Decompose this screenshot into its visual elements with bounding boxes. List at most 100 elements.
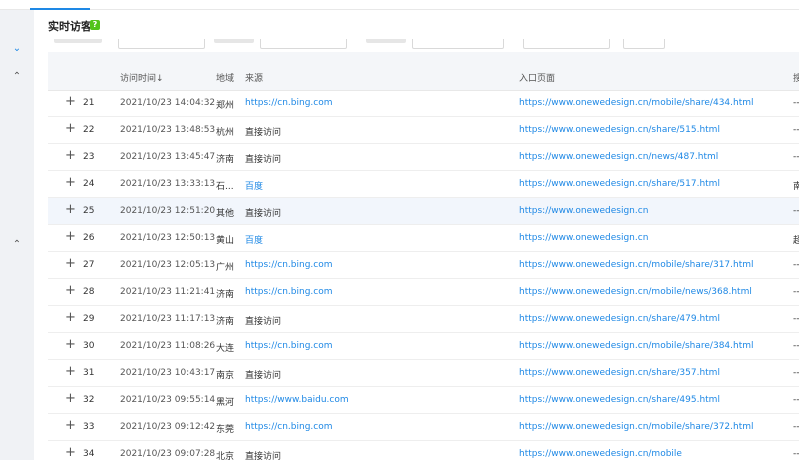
column-header-time-label: 访问时间 xyxy=(120,74,157,84)
expand-plus-icon[interactable]: + xyxy=(65,337,76,352)
region: 其他 xyxy=(216,209,235,219)
filter-select[interactable] xyxy=(118,39,205,49)
table-row[interactable]: +29 2021/10/23 11:17:13 济南 直接访问 https://www.… xyxy=(48,306,799,333)
table-row[interactable]: +21 2021/10/23 14:04:32 郑州 https://cn.bing.… xyxy=(48,90,799,117)
table-row[interactable]: +34 2021/10/23 09:07:28 北京 直接访问 https://www.… xyxy=(48,441,799,460)
source: 直接访问 xyxy=(245,371,282,381)
source[interactable]: https://www.baidu.com xyxy=(245,395,349,405)
search-term: -- xyxy=(793,260,799,270)
entry-page-link[interactable]: https://www.onewedesign.cn xyxy=(519,206,648,216)
region: 大连 xyxy=(216,344,235,354)
row-number: 22 xyxy=(83,125,95,135)
search-term: 南 xyxy=(793,182,799,192)
expand-plus-icon[interactable]: + xyxy=(65,121,76,136)
row-number: 31 xyxy=(83,368,95,378)
entry-page-link[interactable]: https://www.onewedesign.cn/news/487.html xyxy=(519,152,718,162)
source[interactable]: https://cn.bing.com xyxy=(245,341,333,351)
table-header: 访问时间↓ 地域 来源 入口页面 搜 xyxy=(48,52,799,91)
column-header-time[interactable]: 访问时间↓ xyxy=(120,71,164,84)
side-rail: ⌄ ⌃ ⌃ xyxy=(0,10,34,460)
source[interactable]: https://cn.bing.com xyxy=(245,98,333,108)
entry-page-link[interactable]: https://www.onewedesign.cn/share/515.htm… xyxy=(519,125,720,135)
entry-page-link[interactable]: https://www.onewedesign.cn/mobile/news/3… xyxy=(519,287,752,297)
row-number: 29 xyxy=(83,314,95,324)
entry-page-link[interactable]: https://www.onewedesign.cn/mobile/share/… xyxy=(519,98,754,108)
chevron-down-icon[interactable]: ⌄ xyxy=(12,44,22,54)
table-row[interactable]: +23 2021/10/23 13:45:47 济南 直接访问 https://www.… xyxy=(48,144,799,171)
expand-plus-icon[interactable]: + xyxy=(65,364,76,379)
source[interactable]: https://cn.bing.com xyxy=(245,287,333,297)
chevron-up-icon[interactable]: ⌃ xyxy=(12,72,22,82)
expand-plus-icon[interactable]: + xyxy=(65,175,76,190)
entry-page-link[interactable]: https://www.onewedesign.cn/mobile xyxy=(519,449,682,459)
entry-page-link[interactable]: https://www.onewedesign.cn/share/479.htm… xyxy=(519,314,720,324)
region: 济南 xyxy=(216,317,235,327)
visitor-table-body: +21 2021/10/23 14:04:32 郑州 https://cn.bing.… xyxy=(48,90,799,460)
row-number: 27 xyxy=(83,260,95,270)
entry-page-link[interactable]: https://www.onewedesign.cn/share/357.htm… xyxy=(519,368,720,378)
entry-page-link[interactable]: https://www.onewedesign.cn/mobile/share/… xyxy=(519,422,754,432)
entry-page-link[interactable]: https://www.onewedesign.cn/share/495.htm… xyxy=(519,395,720,405)
table-row[interactable]: +25 2021/10/23 12:51:20 其他 直接访问 https://www.… xyxy=(48,198,799,225)
table-row[interactable]: +33 2021/10/23 09:12:42 东莞 https://cn.bing.… xyxy=(48,414,799,441)
expand-plus-icon[interactable]: + xyxy=(65,391,76,406)
expand-plus-icon[interactable]: + xyxy=(65,94,76,109)
panel-header: 实时访客 ? xyxy=(34,10,799,40)
source: 直接访问 xyxy=(245,128,282,138)
table-row[interactable]: +31 2021/10/23 10:43:17 南京 直接访问 https://www.… xyxy=(48,360,799,387)
search-term: -- xyxy=(793,152,799,162)
visit-time: 2021/10/23 09:07:28 xyxy=(120,449,216,459)
source[interactable]: 百度 xyxy=(245,179,263,192)
table-row[interactable]: +32 2021/10/23 09:55:14 黑河 https://www.baid… xyxy=(48,387,799,414)
region: 济南 xyxy=(216,155,235,165)
expand-plus-icon[interactable]: + xyxy=(65,229,76,244)
visit-time: 2021/10/23 11:08:26 xyxy=(120,341,216,351)
expand-plus-icon[interactable]: + xyxy=(65,202,76,217)
row-number: 25 xyxy=(83,206,95,216)
row-number: 24 xyxy=(83,179,95,189)
filter-select[interactable] xyxy=(260,39,347,49)
entry-page-link[interactable]: https://www.onewedesign.cn/mobile/share/… xyxy=(519,260,754,270)
expand-plus-icon[interactable]: + xyxy=(65,256,76,271)
filter-button[interactable] xyxy=(623,39,665,49)
table-row[interactable]: +27 2021/10/23 12:05:13 广州 https://cn.bing.… xyxy=(48,252,799,279)
filter-select[interactable] xyxy=(523,39,610,49)
row-number: 30 xyxy=(83,341,95,351)
chevron-up-icon[interactable]: ⌃ xyxy=(12,240,22,250)
visit-time: 2021/10/23 12:51:20 xyxy=(120,206,216,216)
region: 广州 xyxy=(216,263,235,273)
source[interactable]: 百度 xyxy=(245,233,263,246)
row-number: 34 xyxy=(83,449,95,459)
visit-time: 2021/10/23 11:21:41 xyxy=(120,287,216,297)
sort-down-icon[interactable]: ↓ xyxy=(156,74,164,84)
page-title: 实时访客 xyxy=(48,20,92,33)
table-row[interactable]: +22 2021/10/23 13:48:53 杭州 直接访问 https://www.… xyxy=(48,117,799,144)
table-row[interactable]: +26 2021/10/23 12:50:13 黄山 百度 https://www.on… xyxy=(48,225,799,252)
region: 济南 xyxy=(216,290,235,300)
filter-select[interactable] xyxy=(412,39,504,49)
entry-page-link[interactable]: https://www.onewedesign.cn/share/517.htm… xyxy=(519,179,720,189)
row-number: 33 xyxy=(83,422,95,432)
search-term: -- xyxy=(793,341,799,351)
help-icon[interactable]: ? xyxy=(90,20,100,30)
entry-page-link[interactable]: https://www.onewedesign.cn/mobile/share/… xyxy=(519,341,754,351)
search-term: -- xyxy=(793,98,799,108)
table-row[interactable]: +24 2021/10/23 13:33:13 石... 百度 https://www.… xyxy=(48,171,799,198)
table-row[interactable]: +28 2021/10/23 11:21:41 济南 https://cn.bing.… xyxy=(48,279,799,306)
source: 直接访问 xyxy=(245,452,282,460)
expand-plus-icon[interactable]: + xyxy=(65,283,76,298)
visit-time: 2021/10/23 09:55:14 xyxy=(120,395,216,405)
expand-plus-icon[interactable]: + xyxy=(65,148,76,163)
visit-time: 2021/10/23 10:43:17 xyxy=(120,368,216,378)
source[interactable]: https://cn.bing.com xyxy=(245,422,333,432)
source: 直接访问 xyxy=(245,317,282,327)
table-row[interactable]: +30 2021/10/23 11:08:26 大连 https://cn.bing.… xyxy=(48,333,799,360)
visit-time: 2021/10/23 13:33:13 xyxy=(120,179,216,189)
expand-plus-icon[interactable]: + xyxy=(65,418,76,433)
source[interactable]: https://cn.bing.com xyxy=(245,260,333,270)
visit-time: 2021/10/23 11:17:13 xyxy=(120,314,216,324)
entry-page-link[interactable]: https://www.onewedesign.cn xyxy=(519,233,648,243)
expand-plus-icon[interactable]: + xyxy=(65,310,76,325)
expand-plus-icon[interactable]: + xyxy=(65,445,76,460)
filter-label xyxy=(214,39,254,43)
